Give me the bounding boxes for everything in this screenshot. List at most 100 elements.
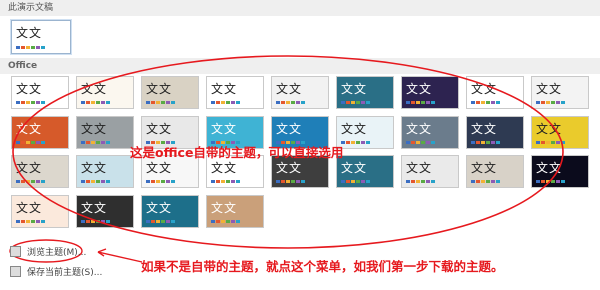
theme-palette: [81, 180, 110, 183]
palette-swatch: [26, 46, 30, 49]
theme-palette: [276, 101, 305, 104]
palette-swatch: [41, 140, 45, 144]
browse-themes-label: 浏览主题(M)...: [27, 248, 87, 258]
theme-thumbnail[interactable]: 文文: [466, 76, 524, 109]
palette-swatch: [561, 101, 565, 104]
theme-palette: [536, 180, 565, 183]
palette-swatch: [216, 101, 220, 104]
palette-swatch: [406, 180, 410, 183]
theme-palette: [211, 101, 240, 104]
palette-swatch: [36, 180, 40, 183]
palette-swatch: [106, 180, 110, 183]
palette-swatch: [286, 101, 290, 104]
palette-swatch: [341, 101, 345, 104]
theme-thumbnail[interactable]: 文文: [141, 194, 199, 228]
theme-thumbnail[interactable]: 文文: [401, 115, 459, 149]
theme-thumbnail[interactable]: 文文: [206, 76, 264, 109]
theme-thumbnail[interactable]: 文文: [531, 76, 589, 109]
theme-palette: [341, 140, 370, 144]
theme-sample-text: 文文: [146, 82, 173, 96]
theme-thumbnail[interactable]: 文文: [336, 115, 394, 149]
palette-swatch: [31, 219, 35, 223]
theme-thumbnail[interactable]: 文文: [76, 155, 134, 188]
palette-swatch: [106, 101, 110, 104]
theme-thumbnail[interactable]: 文文: [401, 155, 459, 188]
palette-swatch: [156, 219, 160, 223]
theme-thumbnail[interactable]: 文文: [76, 194, 134, 228]
palette-swatch: [411, 180, 415, 183]
palette-swatch: [426, 140, 430, 144]
theme-thumbnail[interactable]: 文文: [336, 76, 394, 109]
theme-palette: [471, 180, 500, 183]
palette-swatch: [281, 101, 285, 104]
theme-thumbnail[interactable]: 文文: [206, 194, 264, 228]
palette-swatch: [476, 101, 480, 104]
palette-swatch: [101, 219, 105, 223]
theme-palette: [536, 140, 565, 144]
palette-swatch: [366, 140, 370, 144]
palette-swatch: [551, 101, 555, 104]
theme-sample-text: 文文: [211, 121, 238, 136]
palette-swatch: [426, 180, 430, 183]
theme-thumbnail[interactable]: 文文: [401, 76, 459, 109]
theme-thumbnail[interactable]: 文文: [271, 76, 329, 109]
theme-palette: [146, 101, 175, 104]
theme-sample-text: 文文: [341, 161, 368, 175]
palette-swatch: [26, 101, 30, 104]
theme-thumbnail[interactable]: 文文: [11, 115, 69, 149]
theme-thumbnail[interactable]: 文文: [336, 155, 394, 188]
palette-swatch: [406, 101, 410, 104]
theme-thumbnail[interactable]: 文文: [76, 115, 134, 149]
theme-thumbnail[interactable]: 文文: [466, 115, 524, 149]
browse-themes-menu-item[interactable]: 浏览主题(M)...: [10, 245, 86, 258]
palette-swatch: [96, 101, 100, 104]
palette-swatch: [491, 180, 495, 183]
theme-sample-text: 文文: [16, 200, 43, 215]
palette-swatch: [161, 219, 165, 223]
palette-swatch: [26, 140, 30, 144]
palette-swatch: [416, 180, 420, 183]
theme-sample-text: 文文: [536, 82, 563, 96]
palette-swatch: [366, 180, 370, 183]
palette-swatch: [156, 180, 160, 183]
palette-swatch: [16, 180, 20, 183]
palette-swatch: [91, 101, 95, 104]
theme-thumbnail[interactable]: 文文: [531, 155, 589, 188]
palette-swatch: [296, 180, 300, 183]
save-current-theme-menu-item[interactable]: 保存当前主题(S)...: [10, 265, 102, 278]
palette-swatch: [36, 140, 40, 144]
theme-palette: [146, 219, 175, 223]
theme-thumbnail[interactable]: 文文: [141, 76, 199, 109]
theme-sample-text: 文文: [341, 121, 368, 136]
palette-swatch: [16, 140, 20, 144]
palette-swatch: [341, 180, 345, 183]
palette-swatch: [151, 219, 155, 223]
palette-swatch: [411, 101, 415, 104]
palette-swatch: [471, 140, 475, 144]
palette-swatch: [86, 180, 90, 183]
current-theme-thumbnail[interactable]: 文文: [11, 20, 71, 54]
annotation-top-text: 这是office自带的主题，可以直接选用: [130, 145, 344, 160]
theme-sample-text: 文文: [341, 82, 368, 96]
theme-thumbnail[interactable]: 文文: [76, 76, 134, 109]
palette-swatch: [171, 219, 175, 223]
theme-thumbnail[interactable]: 文文: [11, 76, 69, 109]
palette-swatch: [231, 219, 235, 223]
theme-thumbnail[interactable]: 文文: [531, 115, 589, 149]
palette-swatch: [101, 180, 105, 183]
palette-swatch: [161, 101, 165, 104]
theme-palette: [81, 140, 110, 144]
theme-thumbnail[interactable]: 文文: [11, 155, 69, 188]
palette-swatch: [216, 219, 220, 223]
theme-palette: [16, 101, 45, 104]
theme-sample-text: 文文: [536, 121, 563, 136]
palette-swatch: [491, 140, 495, 144]
palette-swatch: [146, 180, 150, 183]
theme-thumbnail[interactable]: 文文: [466, 155, 524, 188]
palette-swatch: [556, 140, 560, 144]
palette-swatch: [21, 101, 25, 104]
theme-palette: [536, 101, 565, 104]
section-header-office: Office: [0, 58, 600, 74]
theme-sample-text: 文文: [16, 82, 43, 96]
theme-thumbnail[interactable]: 文文: [11, 194, 69, 228]
